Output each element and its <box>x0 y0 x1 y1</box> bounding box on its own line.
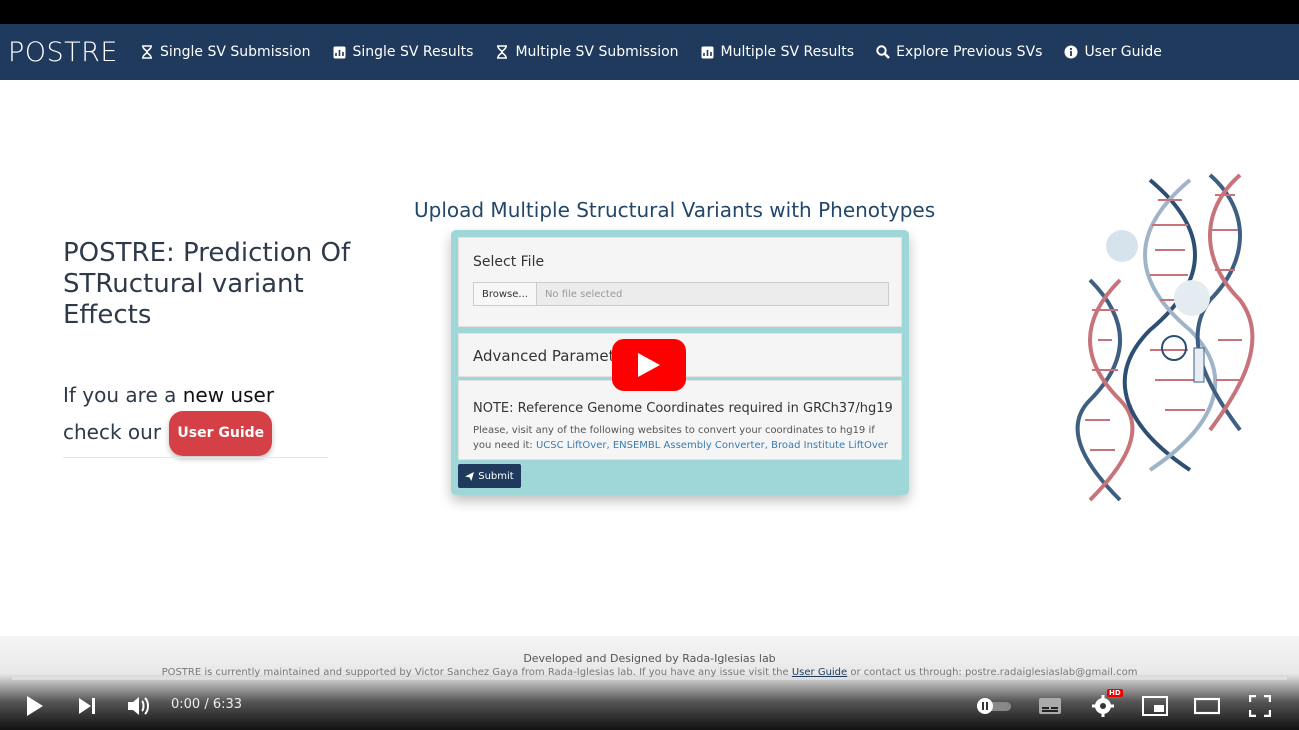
nav-user-guide[interactable]: User Guide <box>1064 44 1162 60</box>
play-icon[interactable] <box>21 692 49 720</box>
new-user-text: If you are a new user check our User Gui… <box>63 380 333 456</box>
select-file-card: Select File Browse... No file selected <box>458 237 902 327</box>
nav-label: Multiple SV Results <box>720 44 855 60</box>
browse-button[interactable]: Browse... <box>474 283 537 305</box>
submit-button[interactable]: Submit <box>458 464 521 488</box>
nav-label: Explore Previous SVs <box>896 44 1043 60</box>
link-ensembl-assembly-converter[interactable]: ENSEMBL Assembly Converter, <box>613 440 768 451</box>
chart-icon <box>333 45 347 59</box>
nav-single-sv-submission[interactable]: Single SV Submission <box>140 44 311 60</box>
note-title: NOTE: Reference Genome Coordinates requi… <box>473 401 893 416</box>
new-user-bold: new user <box>182 383 275 407</box>
info-icon <box>1064 45 1078 59</box>
nav-label: User Guide <box>1084 44 1162 60</box>
video-controls: 0:00 / 6:33 HD <box>0 686 1299 726</box>
nav-label: Multiple SV Submission <box>515 44 679 60</box>
hd-badge: HD <box>1107 689 1123 697</box>
video-progress-bar[interactable] <box>12 677 1287 680</box>
user-guide-button[interactable]: User Guide <box>169 411 273 456</box>
advanced-parameters-label: Advanced Paramete <box>473 347 624 365</box>
volume-icon[interactable] <box>125 692 153 720</box>
video-top-bar <box>0 0 1299 24</box>
nav-label: Single SV Results <box>352 44 474 60</box>
theater-mode-icon[interactable] <box>1193 692 1221 720</box>
fullscreen-icon[interactable] <box>1246 692 1274 720</box>
navbar: POSTRE Single SV Submission Single SV Re… <box>0 24 1299 80</box>
file-placeholder: No file selected <box>544 288 623 300</box>
new-user-prefix: If you are a <box>63 383 177 407</box>
send-icon <box>465 471 475 481</box>
play-triangle-icon <box>638 353 660 377</box>
settings-gear-icon[interactable]: HD <box>1089 689 1123 720</box>
dna-illustration <box>1070 170 1270 510</box>
note-card: NOTE: Reference Genome Coordinates requi… <box>458 380 902 460</box>
chart-icon <box>701 45 715 59</box>
search-icon <box>876 45 890 59</box>
select-file-label: Select File <box>473 254 545 270</box>
link-ucsc-liftover[interactable]: UCSC LiftOver, <box>536 440 610 451</box>
page-title: POSTRE: Prediction Of STRuctural variant… <box>63 238 351 330</box>
main-content: POSTRE: Prediction Of STRuctural variant… <box>0 80 1299 640</box>
file-input[interactable]: Browse... No file selected <box>473 282 889 306</box>
nav-multiple-sv-results[interactable]: Multiple SV Results <box>701 44 855 60</box>
nav-explore-previous-svs[interactable]: Explore Previous SVs <box>876 44 1042 60</box>
time-display: 0:00 / 6:33 <box>171 697 243 712</box>
note-text: Please, visit any of the following websi… <box>473 423 893 453</box>
hourglass-icon <box>140 45 154 59</box>
subtitles-icon[interactable] <box>1036 692 1064 720</box>
nav-single-sv-results[interactable]: Single SV Results <box>333 44 474 60</box>
nav-label: Single SV Submission <box>160 44 311 60</box>
miniplayer-icon[interactable] <box>1141 692 1169 720</box>
check-our-text: check our <box>63 420 162 444</box>
nav-multiple-sv-submission[interactable]: Multiple SV Submission <box>495 44 679 60</box>
hourglass-icon <box>495 45 509 59</box>
next-icon[interactable] <box>73 692 101 720</box>
submit-label: Submit <box>478 470 514 482</box>
link-broad-liftover[interactable]: Broad Institute LiftOver <box>771 440 888 451</box>
autoplay-toggle-icon[interactable] <box>975 692 1013 720</box>
brand-logo[interactable]: POSTRE <box>8 37 118 68</box>
footer-credits: Developed and Designed by Rada-Iglesias … <box>523 652 776 665</box>
youtube-play-button[interactable] <box>612 339 686 391</box>
divider <box>63 457 328 458</box>
upload-title: Upload Multiple Structural Variants with… <box>414 198 936 222</box>
